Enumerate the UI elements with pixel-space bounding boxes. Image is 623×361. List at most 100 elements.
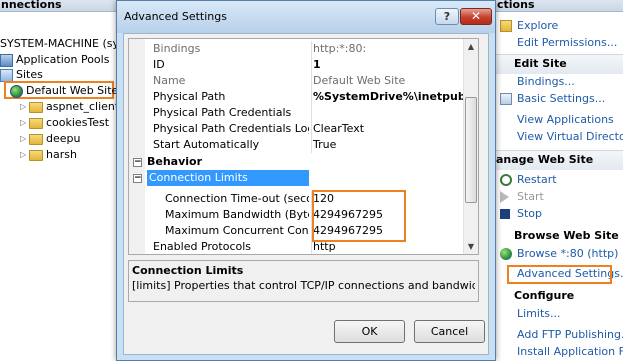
blank-icon — [500, 131, 512, 143]
bindings-action[interactable]: Bindings... — [496, 74, 575, 90]
limits-action[interactable]: Limits... — [496, 306, 561, 322]
edit-permissions-action[interactable]: Edit Permissions... — [496, 35, 617, 51]
restart-action[interactable]: Restart — [496, 172, 557, 188]
view-virtual-directories-action[interactable]: View Virtual Directories — [496, 129, 623, 145]
expand-arrow-icon[interactable]: ▷ — [20, 147, 29, 163]
tree-node-app-pools[interactable]: Application Pools — [0, 52, 109, 68]
view-applications-action[interactable]: View Applications — [496, 112, 614, 128]
machine-label: SYSTEM-MACHINE (syste — [0, 37, 116, 50]
default-web-site-label: Default Web Site — [26, 84, 116, 97]
property-name: Enabled Protocols — [153, 240, 252, 253]
column-separator — [311, 137, 312, 153]
property-name: Physical Path Credentials Logon T — [153, 122, 309, 135]
description-text: [limits] Properties that control TCP/IP … — [132, 279, 475, 292]
sites-label: Sites — [16, 68, 43, 81]
manage-web-site-heading: anage Web Site — [496, 153, 594, 166]
column-separator — [311, 73, 312, 89]
dialog-body: Bindings http:*:80: ID 1 Name Default Web S… — [123, 33, 489, 355]
close-button[interactable]: ✕ — [460, 8, 492, 25]
tree-node-child[interactable]: ▷ harsh — [20, 147, 77, 163]
expand-arrow-icon[interactable]: ▷ — [20, 115, 29, 131]
property-name: Start Automatically — [153, 138, 260, 151]
folder-icon — [29, 133, 43, 145]
child-label: cookiesTest — [46, 116, 110, 129]
blank-icon — [500, 114, 512, 126]
property-row[interactable]: Bindings http:*:80: — [129, 41, 469, 57]
column-separator — [311, 41, 312, 57]
folder-icon — [29, 101, 43, 113]
property-value: 1 — [313, 58, 321, 71]
basic-settings-action[interactable]: Basic Settings... — [496, 91, 605, 107]
stop-action[interactable]: Stop — [496, 206, 542, 222]
tree-node-child[interactable]: ▷ aspnet_client — [20, 99, 116, 115]
property-row[interactable]: Enabled Protocols http — [129, 239, 469, 254]
property-row[interactable]: Start Automatically True — [129, 137, 469, 153]
settings-icon — [500, 93, 512, 105]
property-name: Connection Limits — [147, 170, 309, 186]
property-row[interactable]: Physical Path Credentials Logon T ClearTe… — [129, 121, 469, 137]
ok-button[interactable]: OK — [334, 320, 405, 343]
category-behavior[interactable]: − Behavior — [129, 154, 469, 170]
child-label: deepu — [46, 132, 81, 145]
property-name: Physical Path — [153, 90, 226, 103]
blank-icon — [500, 76, 512, 88]
blank-icon — [500, 37, 512, 49]
property-row[interactable]: Maximum Concurrent Connect4294967295 — [129, 223, 469, 239]
property-row[interactable]: Name Default Web Site — [129, 73, 469, 89]
folder-icon — [29, 149, 43, 161]
configure-heading: Configure — [514, 289, 575, 302]
cancel-button[interactable]: Cancel — [414, 320, 485, 343]
tree-node-child[interactable]: ▷ cookiesTest — [20, 115, 109, 131]
blank-icon — [500, 308, 512, 320]
collapse-icon[interactable]: − — [133, 174, 142, 183]
scroll-thumb[interactable] — [465, 97, 477, 203]
expand-arrow-icon[interactable]: ▷ — [20, 99, 29, 115]
connections-pane: nnections SYSTEM-MACHINE (syste Applicat… — [0, 0, 116, 361]
tree-node-child[interactable]: ▷ deepu — [20, 131, 80, 147]
dialog-titlebar[interactable]: Advanced Settings ? ✕ — [117, 1, 495, 33]
category-label: Behavior — [147, 155, 203, 168]
advanced-settings-highlight — [507, 265, 612, 284]
explore-action[interactable]: Explore — [496, 18, 558, 34]
property-row[interactable]: Physical Path %SystemDrive%\inetpub\wwwro… — [129, 89, 469, 105]
property-row[interactable]: Physical Path Credentials — [129, 105, 469, 121]
column-separator — [311, 89, 312, 105]
tree-node-machine[interactable]: SYSTEM-MACHINE (syste — [0, 36, 116, 52]
add-ftp-publishing-action[interactable]: Add FTP Publishing... — [496, 327, 623, 343]
scroll-down-icon[interactable]: ▼ — [464, 239, 478, 254]
collapse-icon[interactable]: − — [133, 158, 142, 167]
property-value: Default Web Site — [313, 74, 406, 87]
values-highlight — [312, 190, 406, 242]
start-action[interactable]: Start — [496, 189, 544, 205]
child-label: aspnet_client — [46, 100, 116, 113]
property-value: %SystemDrive%\inetpub\wwwroo — [313, 90, 469, 103]
property-value: http:*:80: — [313, 42, 367, 55]
property-grid: Bindings http:*:80: ID 1 Name Default Web S… — [128, 38, 479, 255]
expand-arrow-icon[interactable]: ▷ — [20, 131, 29, 147]
connection-limits-row[interactable]: − Connection Limits — [129, 170, 469, 186]
browse-globe-icon — [500, 248, 512, 260]
edit-site-heading: Edit Site — [514, 57, 567, 70]
advanced-settings-dialog: Advanced Settings ? ✕ Bindings http:*:80:… — [116, 0, 496, 361]
help-button[interactable]: ? — [435, 8, 459, 25]
scroll-up-icon[interactable]: ▲ — [464, 39, 478, 54]
property-name: Maximum Bandwidth (Bytes/se — [165, 208, 309, 221]
install-application-action[interactable]: Install Application From — [496, 344, 623, 360]
child-label: harsh — [46, 148, 77, 161]
dialog-title: Advanced Settings — [124, 10, 227, 23]
sites-icon — [0, 68, 13, 82]
property-row[interactable]: ID 1 — [129, 57, 469, 73]
browse-80-action[interactable]: Browse *:80 (http) — [496, 246, 618, 262]
actions-header: ctions — [496, 0, 623, 12]
property-row[interactable]: Connection Time-out (seconds120 — [129, 191, 469, 207]
property-row[interactable]: Maximum Bandwidth (Bytes/se4294967295 — [129, 207, 469, 223]
vertical-scrollbar[interactable]: ▲ ▼ — [463, 39, 478, 254]
property-name: Name — [153, 74, 186, 87]
column-separator — [311, 105, 312, 121]
description-title: Connection Limits — [132, 264, 244, 277]
blank-icon — [500, 329, 512, 341]
tree-node-default-web-site[interactable]: Default Web Site — [4, 81, 116, 99]
actions-pane: ctions Explore Edit Permissions... Edit … — [496, 0, 623, 361]
connections-header: nnections — [0, 0, 116, 12]
folder-icon — [500, 20, 512, 32]
